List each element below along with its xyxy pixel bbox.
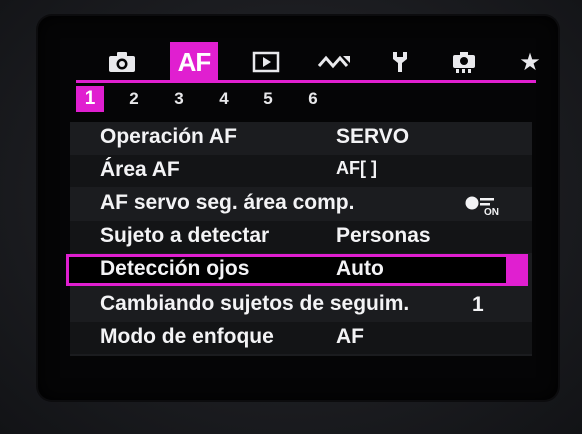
subtab-4[interactable]: 4 (210, 86, 238, 112)
menu-tab-bar: AF ★ (66, 42, 541, 82)
camera-lcd-screen: AF ★ 1 2 3 4 5 6 Operación AF SERVO Área… (38, 16, 558, 400)
menu-item-af-area[interactable]: Área AF AF[ ] (70, 155, 532, 187)
svg-text:ON: ON (484, 207, 499, 216)
menu-item-value: SERVO (336, 125, 410, 148)
tab-setup[interactable] (376, 46, 424, 78)
tab-shooting[interactable] (98, 46, 146, 78)
menu-item-value: AF (336, 325, 364, 348)
servo-on-icon: ON (465, 196, 499, 216)
subtab-2[interactable]: 2 (120, 86, 148, 112)
subtab-6[interactable]: 6 (299, 86, 327, 112)
menu-item-subject-detect[interactable]: Sujeto a detectar Personas (70, 221, 532, 253)
menu-item-servo-tracking[interactable]: AF servo seg. área comp. ON (70, 188, 532, 220)
af-settings-menu: Operación AF SERVO Área AF AF[ ] AF serv… (66, 122, 532, 356)
menu-item-value: 1 (472, 293, 484, 316)
subtab-3[interactable]: 3 (165, 86, 193, 112)
subtab-1[interactable]: 1 (76, 86, 104, 112)
tab-custom-functions[interactable] (440, 46, 488, 78)
tab-af[interactable]: AF (170, 42, 218, 82)
subtab-5[interactable]: 5 (254, 86, 282, 112)
wrench-icon (393, 52, 407, 72)
tab-wireless[interactable] (310, 46, 358, 78)
menu-item-af-operation[interactable]: Operación AF SERVO (70, 122, 532, 154)
menu-item-label: Sujeto a detectar (100, 224, 270, 247)
menu-item-value: Auto (336, 257, 384, 280)
tab-underline (76, 80, 536, 83)
custom-camera-icon (453, 52, 475, 73)
menu-item-label: Área AF (100, 158, 180, 181)
wireless-icon (317, 55, 350, 69)
menu-item-label: AF servo seg. área comp. (100, 191, 355, 214)
menu-item-label: Cambiando sujetos de seguim. (100, 292, 410, 315)
tab-af-label: AF (177, 46, 212, 77)
menu-item-label: Operación AF (100, 125, 237, 148)
menu-item-eye-detection[interactable]: Detección ojos Auto (66, 254, 528, 286)
menu-item-value: Personas (336, 224, 431, 247)
camera-icon (109, 52, 135, 72)
menu-item-switch-subjects[interactable]: Cambiando sujetos de seguim. 1 (70, 289, 532, 321)
menu-item-label: Detección ojos (100, 257, 250, 280)
subtab-bar: 1 2 3 4 5 6 (76, 86, 376, 112)
star-icon: ★ (519, 48, 541, 76)
playback-icon (252, 51, 280, 73)
menu-item-label: Modo de enfoque (100, 325, 274, 348)
tab-my-menu[interactable]: ★ (506, 46, 554, 78)
tab-playback[interactable] (242, 46, 290, 78)
menu-item-focus-mode[interactable]: Modo de enfoque AF (70, 322, 532, 354)
selection-cursor (506, 254, 528, 286)
af-area-frame-icon: AF[ ] (336, 158, 377, 178)
